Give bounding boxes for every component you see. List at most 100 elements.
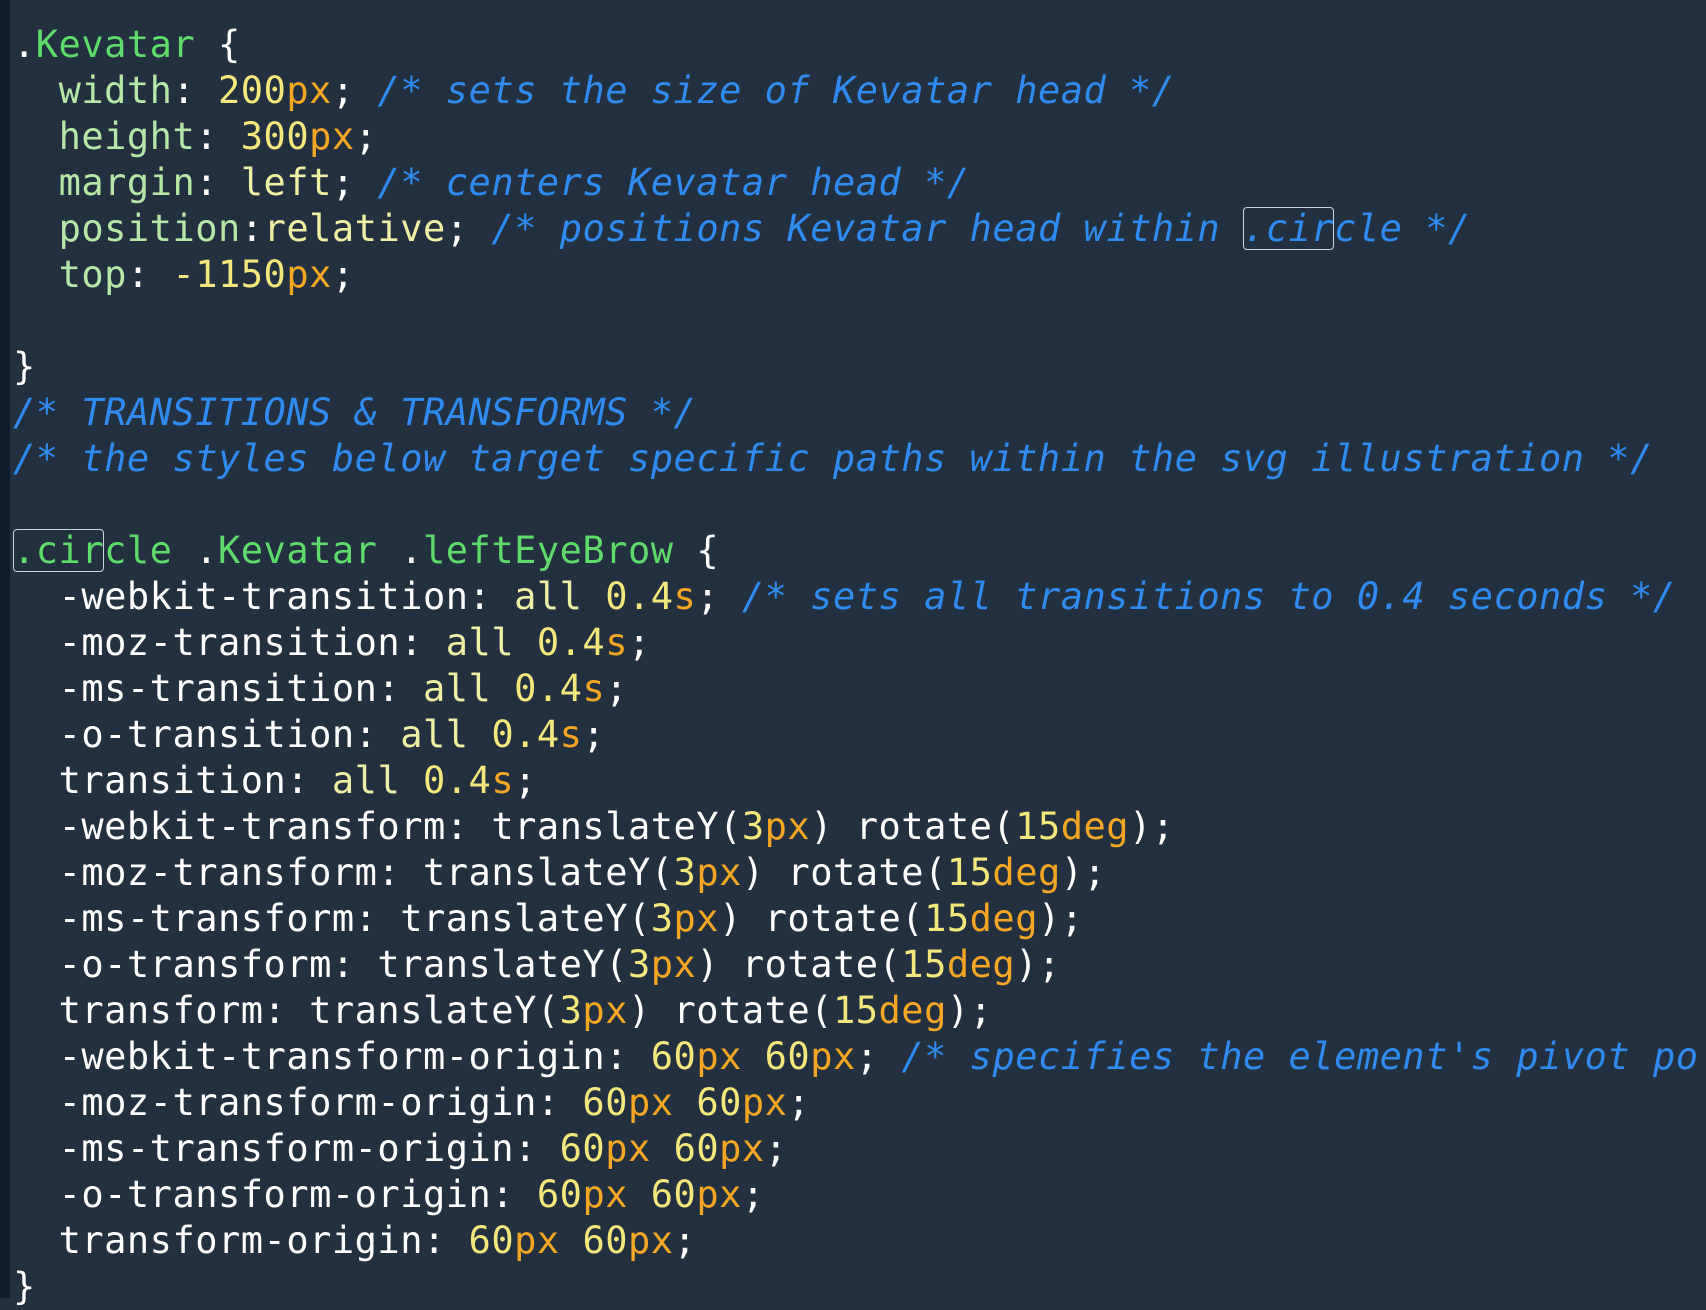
code-token: relative	[263, 207, 446, 250]
code-line: }	[13, 344, 1699, 390]
code-line: height: 300px;	[13, 114, 1699, 160]
code-token: ;	[741, 1173, 765, 1216]
code-token: : translateY(	[354, 897, 651, 940]
code-line: -ms-transform-origin: 60px 60px;	[13, 1126, 1699, 1172]
code-token: -moz-transform	[58, 851, 378, 894]
code-token: /* TRANSITIONS & TRANSFORMS */	[13, 391, 697, 434]
code-token: ) rotate(	[627, 989, 833, 1032]
code-token: 60	[468, 1219, 515, 1262]
code-token: -moz-transition	[58, 621, 401, 664]
code-editor[interactable]: .Kevatar { width: 200px; /* sets the siz…	[13, 22, 1699, 1310]
code-token: 3	[673, 851, 697, 894]
code-token: px	[286, 253, 332, 296]
code-token: -webkit-transition	[58, 575, 469, 618]
code-token: transition	[58, 759, 287, 802]
code-token: :	[195, 115, 241, 158]
code-token: 3	[559, 989, 583, 1032]
code-token: /* sets all transitions to 0.4 seconds *…	[741, 575, 1676, 618]
code-line: -webkit-transform-origin: 60px 60px; /* …	[13, 1034, 1699, 1080]
code-token: deg	[946, 943, 1016, 986]
code-token: -moz-transform-origin	[58, 1081, 537, 1124]
code-token: ) rotate(	[810, 805, 1016, 848]
code-token: 60	[673, 1127, 720, 1170]
code-line: .Kevatar {	[13, 22, 1699, 68]
code-token: :	[468, 575, 515, 618]
code-line: -webkit-transform: translateY(3px) rotat…	[13, 804, 1699, 850]
code-token: top	[58, 253, 127, 296]
code-token: -webkit-transform	[58, 805, 446, 848]
code-line: /* the styles below target specific path…	[13, 436, 1699, 482]
code-token: :	[605, 1035, 651, 1078]
code-token: /* centers Kevatar head */	[377, 161, 970, 204]
code-token: /* specifies the element's pivot po	[901, 1035, 1699, 1078]
code-token: {	[673, 529, 720, 572]
code-token: :	[536, 1081, 583, 1124]
code-token: deg	[992, 851, 1061, 894]
code-token: px	[605, 1127, 651, 1170]
code-token: cle */	[1334, 207, 1471, 250]
code-token: ;	[331, 69, 378, 112]
code-token: :	[126, 253, 173, 296]
code-token: Kevatar	[218, 529, 378, 572]
code-token: );	[1060, 851, 1107, 894]
code-token: ;	[354, 115, 378, 158]
code-token: px	[650, 943, 697, 986]
code-token: 0.4	[491, 713, 560, 756]
code-token: {	[195, 23, 241, 66]
code-token: s	[491, 759, 515, 802]
code-token: 60	[696, 1081, 742, 1124]
code-token: px	[286, 69, 332, 112]
code-token: .	[377, 529, 423, 572]
code-token: px	[696, 1035, 742, 1078]
code-token: deg	[878, 989, 947, 1032]
code-token: ) rotate(	[719, 897, 925, 940]
code-token: px	[719, 1127, 765, 1170]
code-token: ;	[764, 1127, 788, 1170]
code-token: ;	[582, 713, 606, 756]
code-token: px	[810, 1035, 856, 1078]
code-line: -o-transition: all 0.4s;	[13, 712, 1699, 758]
code-token: cle	[104, 529, 173, 572]
code-line: .circle .Kevatar .leftEyeBrow {	[13, 528, 1699, 574]
code-token: }	[13, 345, 36, 388]
code-token: ;	[855, 1035, 902, 1078]
code-token: transform-origin	[58, 1219, 423, 1262]
code-token: 3	[650, 897, 674, 940]
code-token: 3	[627, 943, 651, 986]
code-token: all	[331, 759, 423, 802]
code-token: : translateY(	[445, 805, 742, 848]
code-token: 60	[582, 1081, 628, 1124]
code-token: ;	[696, 575, 742, 618]
code-token: ;	[331, 253, 355, 296]
code-token: px	[673, 897, 720, 940]
code-token: all	[423, 667, 515, 710]
code-token: ;	[627, 621, 651, 664]
code-token: Kevatar	[35, 23, 196, 66]
code-line: /* TRANSITIONS & TRANSFORMS */	[13, 390, 1699, 436]
code-token: );	[1037, 897, 1084, 940]
code-line: -webkit-transition: all 0.4s; /* sets al…	[13, 574, 1699, 620]
code-token: px	[582, 989, 628, 1032]
code-token: deg	[969, 897, 1038, 940]
code-line: width: 200px; /* sets the size of Kevata…	[13, 68, 1699, 114]
code-line: margin: left; /* centers Kevatar head */	[13, 160, 1699, 206]
code-token: px	[764, 805, 811, 848]
code-token: -webkit-transform-origin	[58, 1035, 606, 1078]
code-token: ) rotate(	[741, 851, 947, 894]
code-token: all	[400, 713, 492, 756]
code-token: px	[309, 115, 355, 158]
code-token: 0.4	[423, 759, 492, 802]
code-token: :	[354, 713, 401, 756]
code-token: :	[172, 69, 219, 112]
code-token: px	[514, 1219, 560, 1262]
code-token: px	[696, 851, 742, 894]
code-line: -o-transform: translateY(3px) rotate(15d…	[13, 942, 1699, 988]
